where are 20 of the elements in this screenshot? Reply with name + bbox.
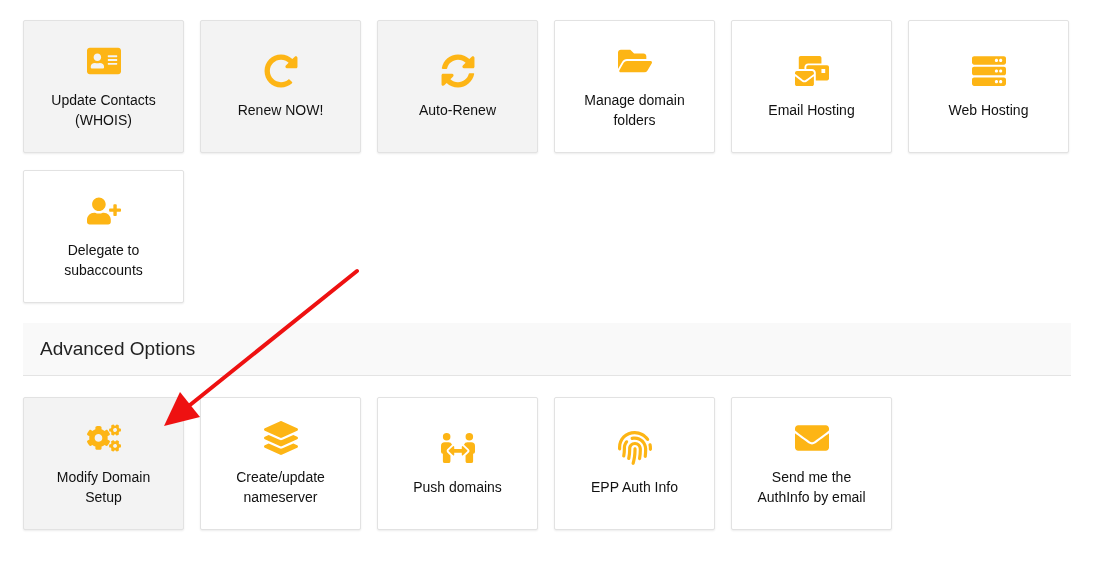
option-tile[interactable]: Web Hosting [908, 20, 1069, 153]
option-tile[interactable]: Renew NOW! [200, 20, 361, 153]
option-tile[interactable]: EPP Auth Info [554, 397, 715, 530]
option-tile[interactable]: Email Hosting [731, 20, 892, 153]
option-tile[interactable]: Create/update nameserver [200, 397, 361, 530]
option-tile[interactable]: Modify Domain Setup [23, 397, 184, 530]
option-tile[interactable]: Delegate to subaccounts [23, 170, 184, 303]
option-tile[interactable]: Push domains [377, 397, 538, 530]
server-icon [971, 53, 1006, 88]
option-tile[interactable]: Send me the AuthInfo by email [731, 397, 892, 530]
layers-icon [263, 420, 298, 455]
option-tile[interactable]: Update Contacts (WHOIS) [23, 20, 184, 153]
redo-icon [263, 53, 298, 88]
option-tile[interactable]: Manage domain folders [554, 20, 715, 153]
mail-icon [794, 53, 829, 88]
sync-icon [440, 53, 475, 88]
option-tile[interactable]: Auto-Renew [377, 20, 538, 153]
section-title: Advanced Options [40, 336, 196, 361]
fingerprint-icon [617, 430, 652, 465]
people-arrows-icon [440, 430, 475, 465]
